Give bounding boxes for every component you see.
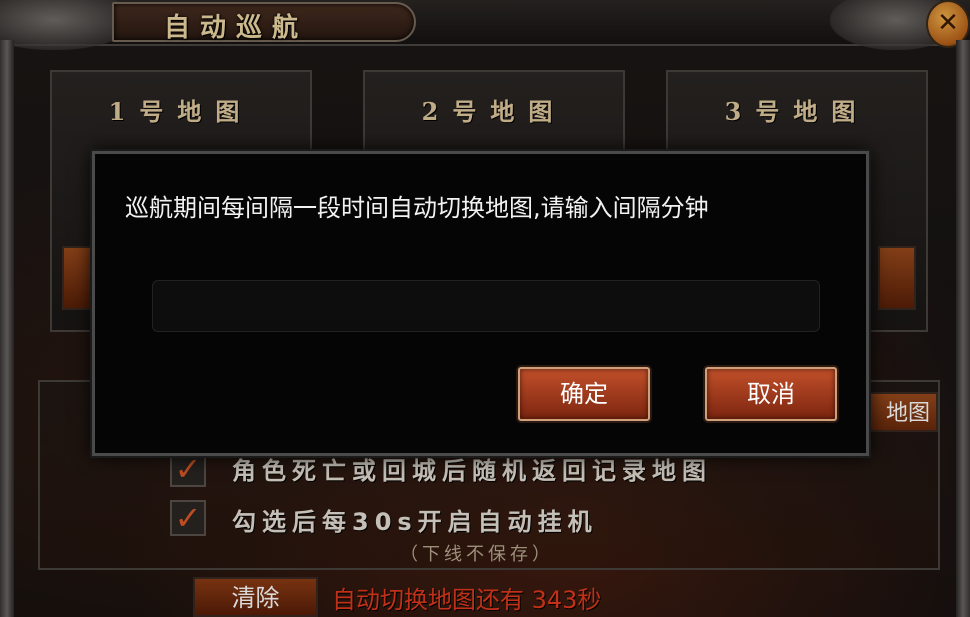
cancel-button[interactable]: 取消 xyxy=(705,367,837,421)
dialog-prompt: 巡航期间每间隔一段时间自动切换地图,请输入间隔分钟 xyxy=(125,194,709,222)
confirm-button[interactable]: 确定 xyxy=(518,367,650,421)
interval-minutes-input[interactable] xyxy=(152,280,820,332)
interval-input-dialog: 巡航期间每间隔一段时间自动切换地图,请输入间隔分钟 确定 取消 xyxy=(92,151,869,456)
